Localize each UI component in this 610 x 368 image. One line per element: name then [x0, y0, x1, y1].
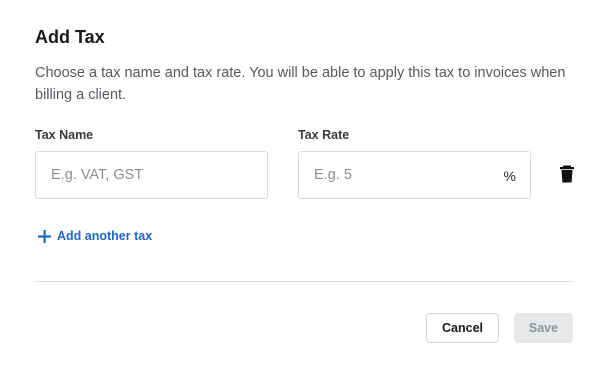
tax-rate-input[interactable]	[299, 152, 530, 198]
cancel-button[interactable]: Cancel	[426, 313, 499, 343]
tax-rate-label: Tax Rate	[298, 128, 350, 142]
dialog-title: Add Tax	[35, 27, 105, 47]
tax-rate-field: %	[298, 151, 531, 199]
save-button[interactable]: Save	[514, 313, 573, 343]
plus-icon	[38, 229, 51, 243]
tax-name-label: Tax Name	[35, 128, 94, 142]
tax-name-field	[35, 151, 268, 199]
add-another-tax-label: Add another tax	[57, 229, 153, 243]
dialog-description: Choose a tax name and tax rate. You will…	[35, 65, 566, 103]
percent-suffix: %	[503, 168, 516, 184]
add-tax-dialog: Add Tax Choose a tax name and tax rate. …	[0, 0, 610, 368]
footer-divider	[35, 281, 573, 282]
tax-name-input[interactable]	[36, 152, 267, 198]
trash-icon[interactable]	[559, 165, 575, 183]
add-another-tax-button[interactable]: Add another tax	[38, 227, 152, 245]
